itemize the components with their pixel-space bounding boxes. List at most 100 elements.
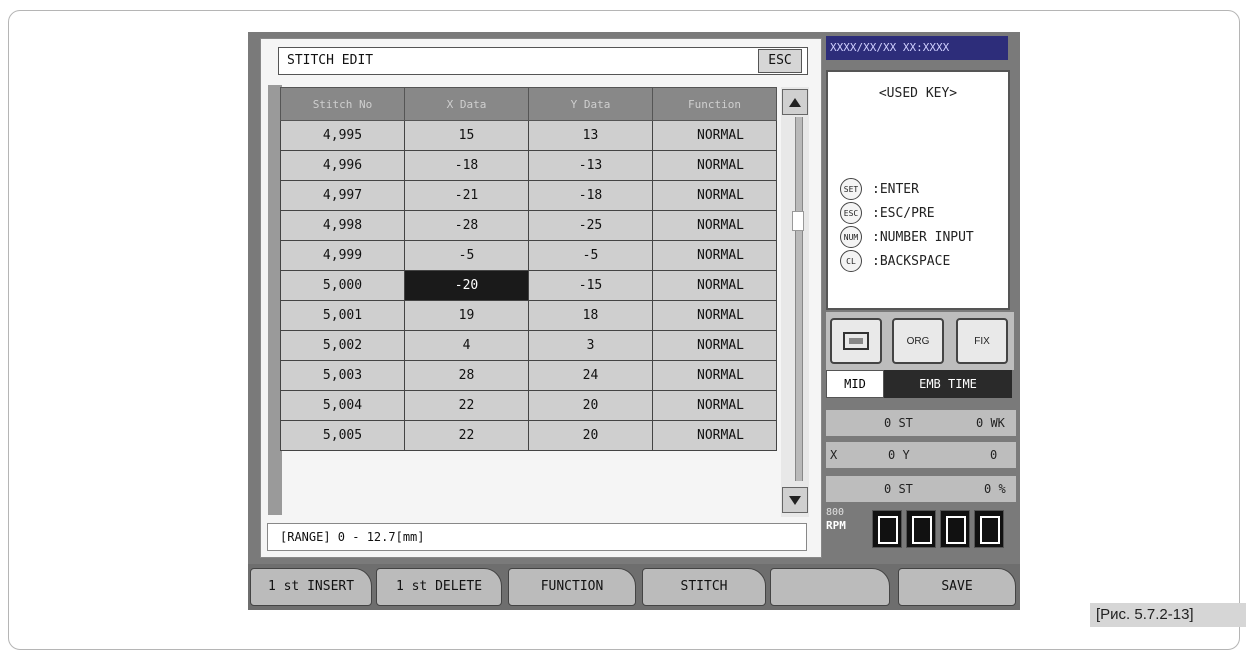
progress-percent: 0 % <box>984 482 1006 496</box>
function-button[interactable]: FUNCTION <box>508 568 636 606</box>
cell-function[interactable]: NORMAL <box>652 420 777 451</box>
cell-y-data[interactable]: -25 <box>528 210 653 241</box>
cell-stitch-no[interactable]: 4,999 <box>280 240 405 271</box>
cell-stitch-no[interactable]: 5,002 <box>280 330 405 361</box>
cell-x-data[interactable]: -5 <box>404 240 529 271</box>
cell-stitch-no[interactable]: 4,997 <box>280 180 405 211</box>
stitch-button[interactable]: STITCH <box>642 568 766 606</box>
cell-function[interactable]: NORMAL <box>652 270 777 301</box>
cell-x-data[interactable]: 19 <box>404 300 529 331</box>
work-count: 0 WK <box>976 416 1005 430</box>
key-desc: :ENTER <box>872 181 919 197</box>
delete-stitch-button[interactable]: 1 st DELETE <box>376 568 502 606</box>
tab-mid[interactable]: MID <box>826 370 884 398</box>
mode-icon-row: ORG FIX <box>826 312 1014 370</box>
cell-y-data[interactable]: 3 <box>528 330 653 361</box>
cell-y-data[interactable]: 20 <box>528 420 653 451</box>
cell-stitch-no[interactable]: 5,003 <box>280 360 405 391</box>
stitch-count: 0 ST <box>884 416 913 430</box>
insert-stitch-button[interactable]: 1 st INSERT <box>250 568 372 606</box>
esc-key-icon: ESC <box>840 202 862 224</box>
cell-function[interactable]: NORMAL <box>652 180 777 211</box>
stitch-count-row: 0 ST 0 WK <box>826 410 1016 436</box>
cell-y-data[interactable]: 18 <box>528 300 653 331</box>
progress-stitch: 0 ST <box>884 482 913 496</box>
scroll-up-button[interactable] <box>782 89 808 115</box>
cell-y-data[interactable]: -5 <box>528 240 653 271</box>
cell-function[interactable]: NORMAL <box>652 210 777 241</box>
cell-stitch-no[interactable]: 5,000 <box>280 270 405 301</box>
cell-y-data[interactable]: -18 <box>528 180 653 211</box>
table-row[interactable]: 4,997 -21 -18 NORMAL <box>280 180 777 211</box>
x-label: X <box>830 448 838 462</box>
arrow-up-icon <box>789 97 801 107</box>
cell-y-data[interactable]: -13 <box>528 150 653 181</box>
cell-function[interactable]: NORMAL <box>652 120 777 151</box>
table-row[interactable]: 4,998 -28 -25 NORMAL <box>280 210 777 241</box>
y-position: 0 Y <box>888 448 910 462</box>
cell-stitch-no[interactable]: 5,004 <box>280 390 405 421</box>
table-row[interactable]: 4,996 -18 -13 NORMAL <box>280 150 777 181</box>
cell-function[interactable]: NORMAL <box>652 150 777 181</box>
cell-x-data[interactable]: 28 <box>404 360 529 391</box>
col-header-y-data: Y Data <box>528 87 653 121</box>
set-key-icon: SET <box>840 178 862 200</box>
frame-icon[interactable] <box>830 318 882 364</box>
cell-x-data[interactable]: 22 <box>404 420 529 451</box>
cell-stitch-no[interactable]: 4,998 <box>280 210 405 241</box>
cell-x-data[interactable]: -20 <box>404 270 529 301</box>
arrow-down-icon <box>789 495 801 505</box>
datetime-display: XXXX/XX/XX XX:XXXX <box>826 36 1008 60</box>
fix-icon[interactable]: FIX <box>956 318 1008 364</box>
key-row-num: NUM :NUMBER INPUT <box>840 226 974 248</box>
cell-y-data[interactable]: 24 <box>528 360 653 391</box>
cell-x-data[interactable]: -28 <box>404 210 529 241</box>
range-info: [RANGE] 0 - 12.7[mm] <box>267 523 807 551</box>
esc-button[interactable]: ESC <box>758 49 802 73</box>
stitch-table: Stitch No X Data Y Data Function 4,995 15… <box>280 87 777 451</box>
key-row-esc: ESC :ESC/PRE <box>840 202 935 224</box>
cell-y-data[interactable]: 13 <box>528 120 653 151</box>
cell-function[interactable]: NORMAL <box>652 330 777 361</box>
table-row[interactable]: 5,002 4 3 NORMAL <box>280 330 777 361</box>
cl-key-icon: CL <box>840 250 862 272</box>
cell-stitch-no[interactable]: 5,001 <box>280 300 405 331</box>
save-button[interactable]: SAVE <box>898 568 1016 606</box>
used-key-title: <USED KEY> <box>878 86 958 101</box>
table-row[interactable]: 5,000 -20 -15 NORMAL <box>280 270 777 301</box>
cell-x-data[interactable]: -21 <box>404 180 529 211</box>
key-row-cl: CL :BACKSPACE <box>840 250 950 272</box>
progress-row: 0 ST 0 % <box>826 476 1016 502</box>
cell-function[interactable]: NORMAL <box>652 390 777 421</box>
col-header-x-data: X Data <box>404 87 529 121</box>
cell-x-data[interactable]: -18 <box>404 150 529 181</box>
cell-x-data[interactable]: 4 <box>404 330 529 361</box>
table-row[interactable]: 5,005 22 20 NORMAL <box>280 420 777 451</box>
tab-emb-time[interactable]: EMB TIME <box>884 370 1012 398</box>
position-row: X 0 Y 0 <box>826 442 1016 468</box>
cell-stitch-no[interactable]: 5,005 <box>280 420 405 451</box>
key-desc: :NUMBER INPUT <box>872 229 974 245</box>
table-row[interactable]: 5,004 22 20 NORMAL <box>280 390 777 421</box>
scrollbar-thumb[interactable] <box>792 211 804 231</box>
cell-x-data[interactable]: 15 <box>404 120 529 151</box>
table-row[interactable]: 5,001 19 18 NORMAL <box>280 300 777 331</box>
cell-y-data[interactable]: -15 <box>528 270 653 301</box>
col-header-stitch-no: Stitch No <box>280 87 405 121</box>
cell-function[interactable]: NORMAL <box>652 240 777 271</box>
cell-stitch-no[interactable]: 4,996 <box>280 150 405 181</box>
table-row[interactable]: 4,995 15 13 NORMAL <box>280 120 777 151</box>
org-icon[interactable]: ORG <box>892 318 944 364</box>
seven-segment-digit <box>940 510 970 548</box>
table-row[interactable]: 4,999 -5 -5 NORMAL <box>280 240 777 271</box>
cell-y-data[interactable]: 20 <box>528 390 653 421</box>
blank-function-button[interactable] <box>770 568 890 606</box>
scroll-down-button[interactable] <box>782 487 808 513</box>
col-header-function: Function <box>652 87 777 121</box>
cell-stitch-no[interactable]: 4,995 <box>280 120 405 151</box>
key-desc: :BACKSPACE <box>872 253 951 269</box>
table-row[interactable]: 5,003 28 24 NORMAL <box>280 360 777 391</box>
cell-function[interactable]: NORMAL <box>652 300 777 331</box>
cell-x-data[interactable]: 22 <box>404 390 529 421</box>
cell-function[interactable]: NORMAL <box>652 360 777 391</box>
